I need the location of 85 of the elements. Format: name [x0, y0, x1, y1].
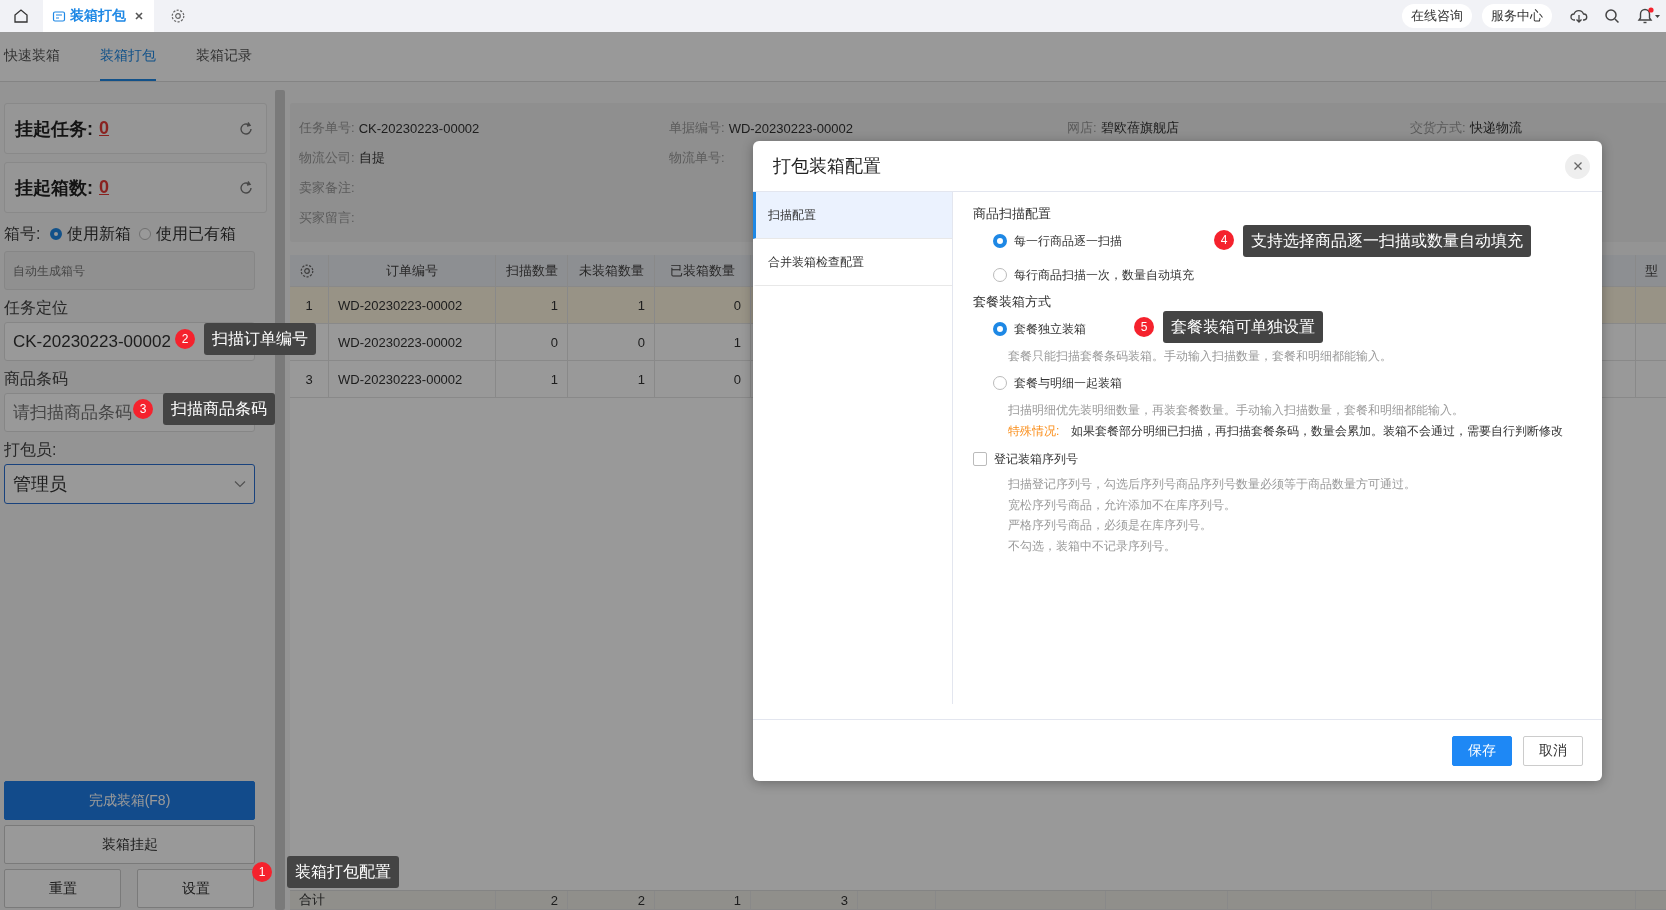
- table-cell: WD-20230223-00002: [338, 371, 463, 387]
- page-tab[interactable]: 装箱打包: [43, 0, 154, 32]
- chevron-down-icon: [234, 480, 246, 488]
- settings-icon[interactable]: [299, 262, 315, 279]
- header-cell: 已装箱数量: [655, 255, 751, 286]
- hint-text: 严格序列号商品，必须是在库序列号。: [1007, 517, 1213, 534]
- home-icon[interactable]: [13, 8, 29, 24]
- annotation-tooltip: 套餐装箱可单独设置: [1163, 311, 1323, 343]
- nav-item[interactable]: 合并装箱检查配置: [753, 239, 952, 286]
- radio-option[interactable]: 每行商品扫描一次，数量自动填充: [973, 258, 1564, 292]
- section-title: 商品扫描配置: [973, 205, 1052, 223]
- table-cell: 0: [733, 297, 741, 313]
- table-cell: 1: [637, 371, 645, 387]
- dialog-title: 打包装箱配置: [773, 155, 881, 178]
- search-icon[interactable]: [1604, 8, 1620, 24]
- table-cell: 0: [637, 334, 645, 350]
- total-cell: 2: [637, 892, 645, 908]
- field-label: 打包员:: [4, 440, 58, 460]
- info-value: 碧欧蓓旗舰店: [1100, 119, 1179, 137]
- field-label: 箱号:: [4, 223, 41, 244]
- nav-item[interactable]: 扫描配置: [753, 192, 952, 239]
- header-cell: 订单编号: [329, 255, 496, 286]
- radio-option[interactable]: 使用新箱: [50, 223, 132, 245]
- dialog-button[interactable]: 取消: [1523, 735, 1583, 766]
- radio-option[interactable]: 套餐与明细一起装箱: [973, 366, 1564, 400]
- packer-select[interactable]: 管理员: [4, 464, 255, 504]
- hint-text: 宽松序列号商品，允许添加不在库序列号。: [1007, 496, 1237, 514]
- total-cell: 1: [733, 892, 741, 908]
- refresh-icon[interactable]: [238, 179, 254, 196]
- row-number: 3: [305, 371, 313, 387]
- cloud-download-icon[interactable]: [1570, 8, 1588, 24]
- hint-text: 不勾选，装箱中不记录序列号。: [1007, 537, 1177, 555]
- action-button[interactable]: 装箱挂起: [4, 825, 255, 864]
- annotation-tooltip: 支持选择商品逐一扫描或数量自动填充: [1243, 225, 1531, 257]
- sub-tab[interactable]: 装箱记录: [196, 32, 252, 81]
- table-cell: 1: [733, 334, 741, 350]
- refresh-icon[interactable]: [238, 120, 254, 137]
- annotation-tooltip: 扫描订单编号: [204, 323, 316, 355]
- table-cell: 1: [637, 297, 645, 313]
- tab-label: 装箱打包: [70, 7, 126, 25]
- header-link[interactable]: 服务中心: [1482, 4, 1552, 28]
- annotation-tooltip: 装箱打包配置: [287, 856, 399, 888]
- table-cell: 1: [550, 297, 558, 313]
- field-label: 任务定位: [4, 298, 69, 318]
- header-cell: 扫描数量: [496, 255, 568, 286]
- counter-label: 挂起箱数:: [15, 176, 93, 200]
- sub-tab[interactable]: 快速装箱: [4, 32, 60, 81]
- info-value: 快递物流: [1469, 119, 1522, 137]
- header-link[interactable]: 在线咨询: [1402, 4, 1472, 28]
- info-value: WD-20230223-00002: [728, 120, 853, 136]
- warning-label: 特殊情况:: [1008, 422, 1060, 440]
- total-label: 合计: [299, 891, 325, 909]
- action-button[interactable]: 设置: [137, 869, 254, 908]
- counter-label: 挂起任务:: [15, 117, 93, 141]
- counter-value[interactable]: 0: [99, 177, 109, 198]
- warning-text: 如果套餐部分明细已扫描，再扫描套餐条码，数量会累加。装箱不会通过，需要自行判断修改: [1071, 422, 1564, 440]
- section-title: 套餐装箱方式: [973, 293, 1052, 311]
- table-cell: 0: [550, 334, 558, 350]
- action-button[interactable]: 重置: [4, 869, 121, 908]
- hint-text: 扫描登记序列号，勾选后序列号商品序列号数量必须等于商品数量方可通过。: [1007, 476, 1417, 493]
- notification-bell-icon[interactable]: [1636, 7, 1662, 25]
- table-cell: 0: [733, 371, 741, 387]
- field-label: 商品条码: [4, 369, 69, 389]
- close-icon: [1572, 161, 1583, 171]
- table-cell: WD-20230223-00002: [338, 297, 463, 313]
- header-cell: 型: [1636, 255, 1666, 286]
- counter-value[interactable]: 0: [99, 118, 109, 139]
- checkbox-option[interactable]: 登记装箱序列号: [973, 444, 1564, 474]
- row-number: 1: [305, 297, 313, 313]
- info-value: CK-20230223-00002: [358, 120, 480, 136]
- total-cell: 3: [840, 892, 848, 908]
- annotation-tooltip: 扫描商品条码: [163, 393, 275, 425]
- total-cell: 2: [550, 892, 558, 908]
- close-icon[interactable]: [134, 11, 144, 21]
- dialog-button[interactable]: 保存: [1452, 735, 1512, 766]
- hint-text: 扫描明细优先装明细数量，再装套餐数量。手动输入扫描数量，套餐和明细都能输入。: [1007, 402, 1465, 419]
- header-cell: 未装箱数量: [568, 255, 655, 286]
- info-value: 自提: [358, 149, 385, 167]
- radio-option[interactable]: 使用已有箱: [139, 223, 237, 245]
- table-cell: 1: [550, 371, 558, 387]
- hint-text: 套餐只能扫描套餐条码装箱。手动输入扫描数量，套餐和明细都能输入。: [1007, 348, 1393, 365]
- table-cell: WD-20230223-00002: [338, 334, 463, 350]
- action-button[interactable]: 完成装箱(F8): [4, 781, 255, 820]
- box-icon: [52, 9, 66, 23]
- settings-icon[interactable]: [170, 8, 186, 24]
